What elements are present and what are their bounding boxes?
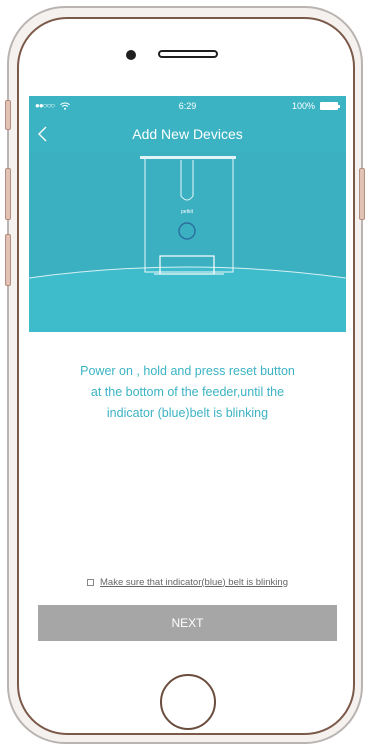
home-button[interactable] bbox=[160, 674, 216, 730]
confirm-label[interactable]: Make sure that indicator(blue) belt is b… bbox=[100, 577, 288, 588]
page-title: Add New Devices bbox=[132, 126, 243, 142]
earpiece-speaker bbox=[158, 50, 218, 58]
instruction-line: Power on , hold and press reset button bbox=[80, 364, 295, 378]
status-bar: ●●○○○ 6:29 100% bbox=[29, 96, 346, 116]
instruction-line: at the bottom of the feeder,until the bbox=[90, 385, 285, 399]
instruction-line: indicator (blue)belt is blinking bbox=[106, 406, 269, 420]
app-screen: ●●○○○ 6:29 100% Add New Devices petkit P… bbox=[29, 96, 346, 660]
volume-down-button bbox=[5, 234, 11, 286]
power-button bbox=[359, 168, 365, 220]
device-brand-label: petkit bbox=[181, 209, 194, 215]
front-camera bbox=[126, 50, 136, 60]
device-illustration-panel: petkit bbox=[29, 152, 346, 332]
confirm-checkbox[interactable] bbox=[87, 578, 94, 586]
next-button[interactable]: NEXT bbox=[38, 605, 337, 641]
battery-icon bbox=[320, 102, 340, 110]
feeder-illustration: petkit bbox=[29, 156, 346, 332]
navigation-bar: Add New Devices bbox=[29, 116, 346, 152]
feeder-device-icon bbox=[140, 156, 236, 275]
confirm-row: Make sure that indicator(blue) belt is b… bbox=[29, 575, 346, 589]
mute-switch bbox=[5, 100, 11, 130]
instruction-text: Power on , hold and press reset button a… bbox=[49, 361, 326, 424]
volume-up-button bbox=[5, 168, 11, 220]
battery-percentage: 100% bbox=[291, 101, 315, 111]
